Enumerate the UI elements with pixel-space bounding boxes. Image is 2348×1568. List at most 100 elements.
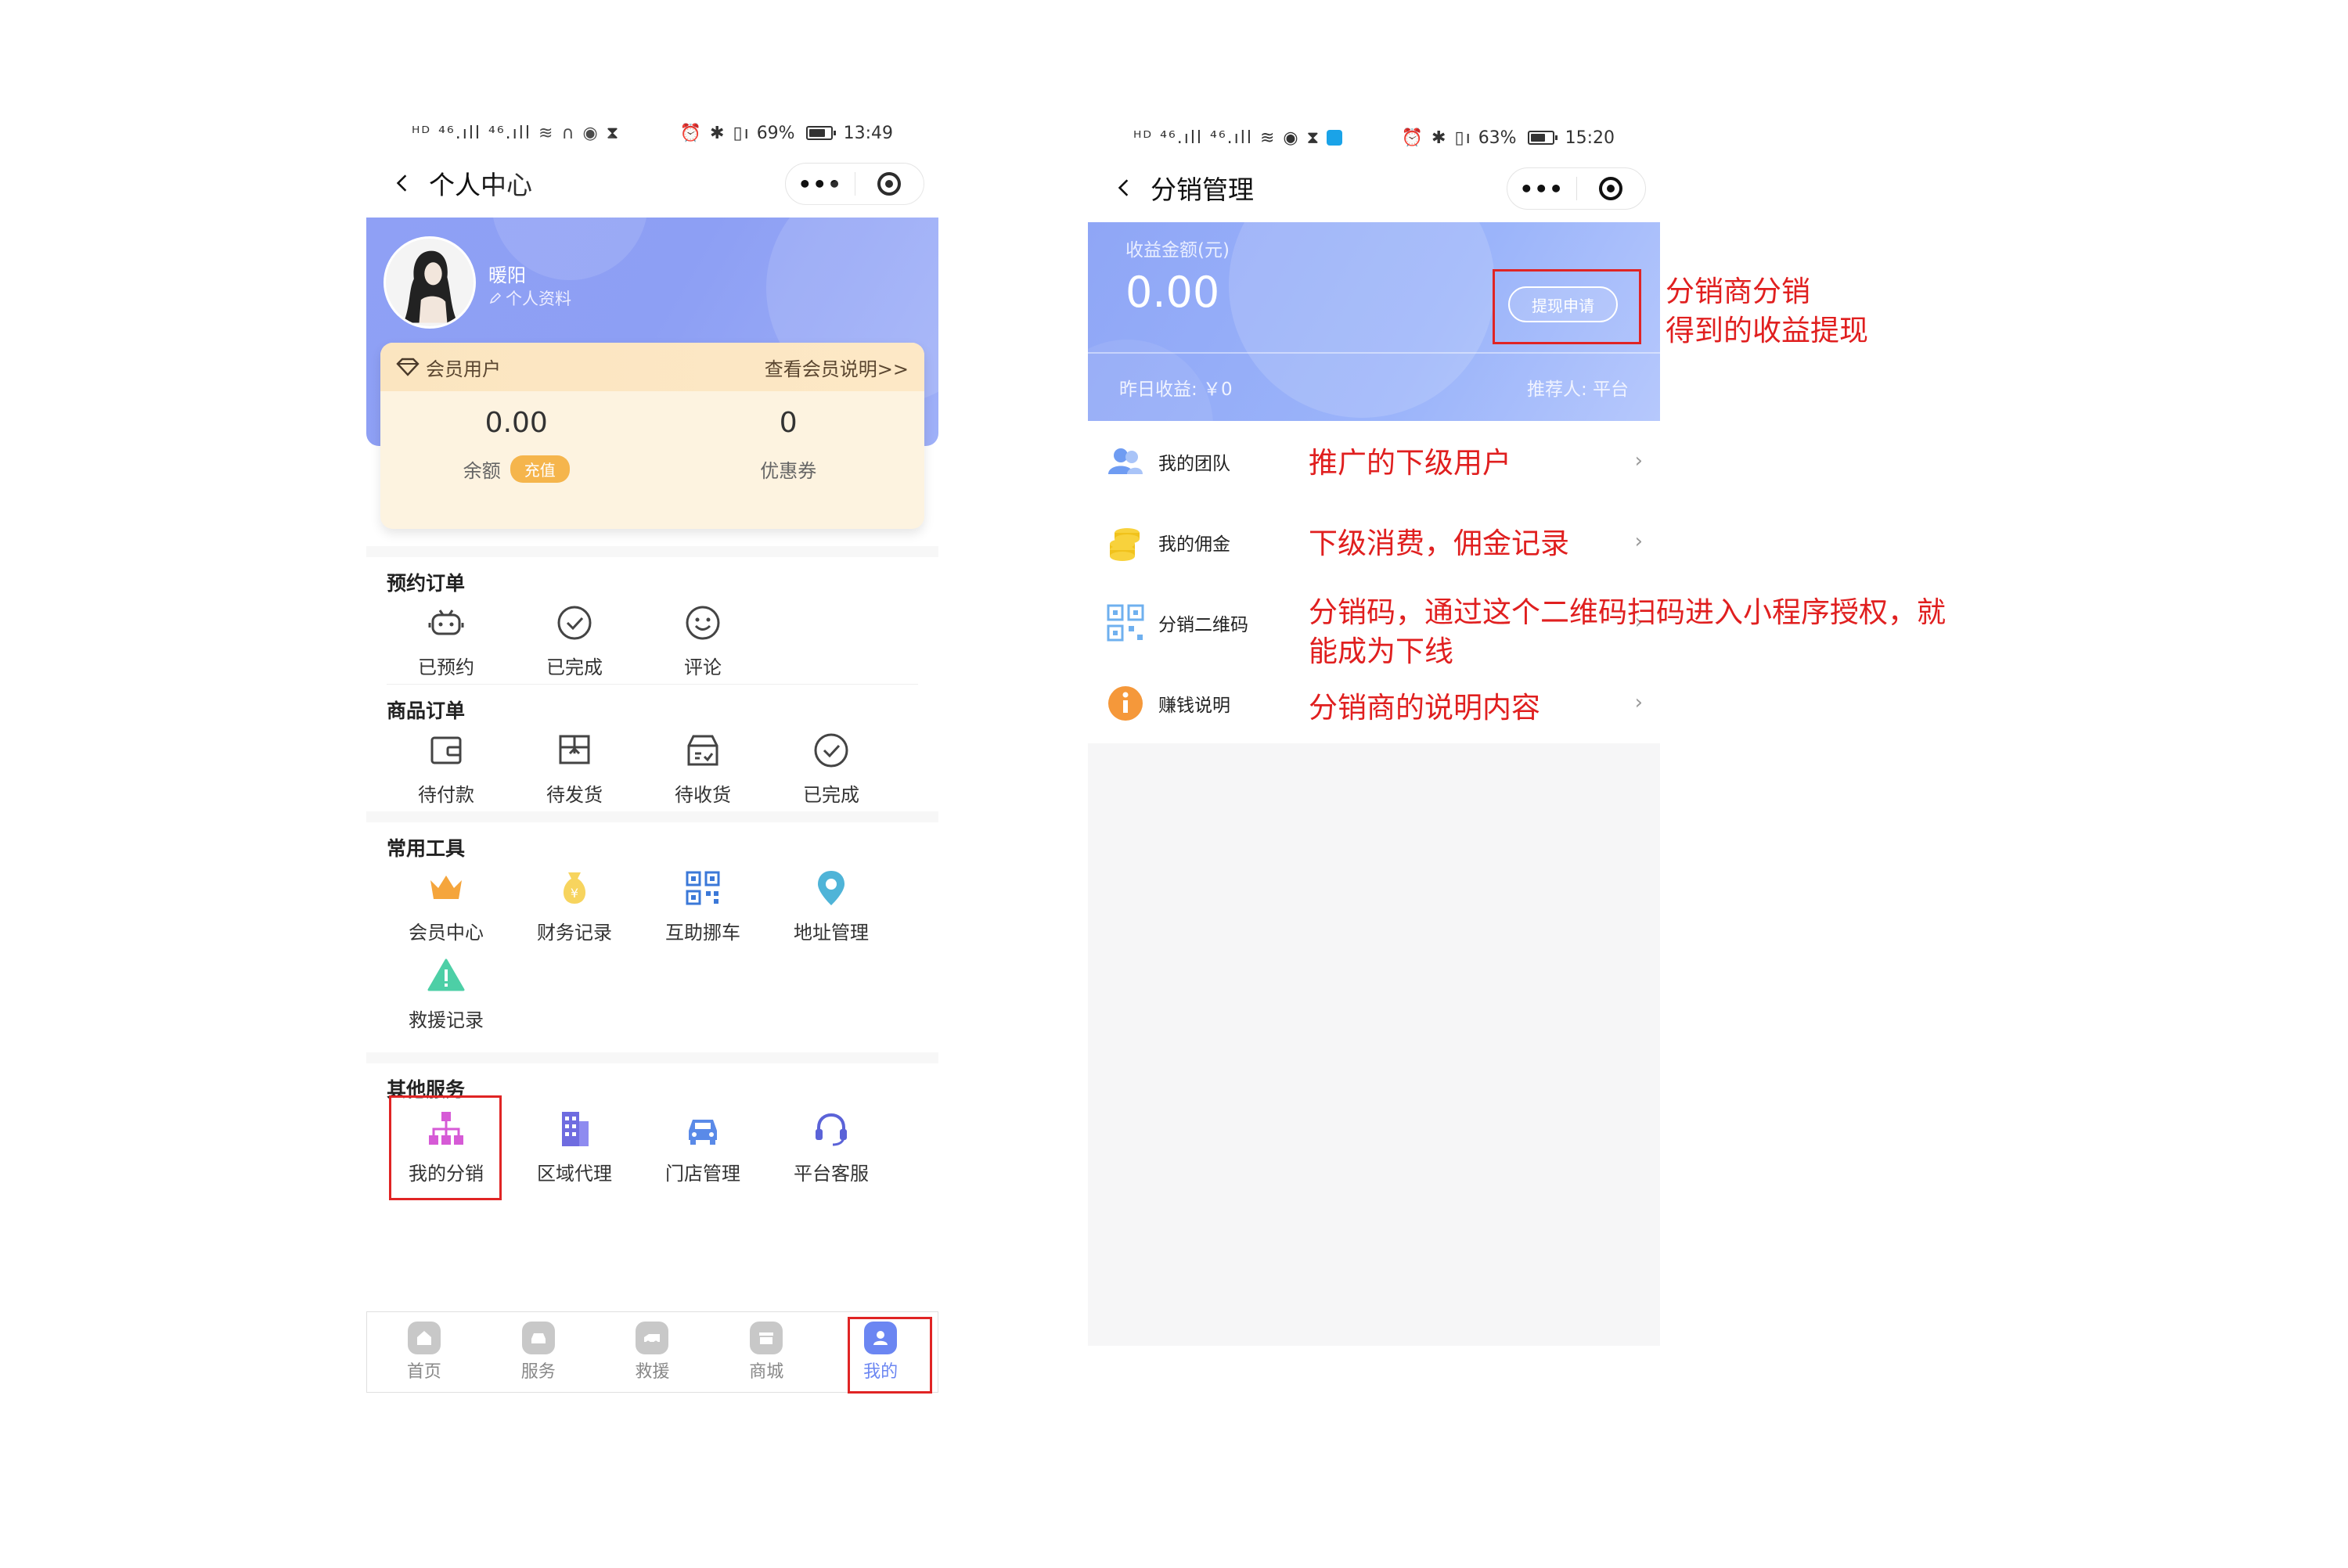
clock: 13:49 (843, 123, 893, 143)
pencil-icon (489, 292, 502, 304)
finance-records-entry[interactable]: ¥ 财务记录 (510, 861, 639, 949)
close-miniapp-button[interactable] (1577, 168, 1646, 209)
building-icon (553, 1108, 596, 1150)
diamond-icon (396, 358, 420, 376)
signal-icons: ᴴᴰ ⁴⁶.ıll ⁴⁶.ıll ≋ ◉ ⧗ (1133, 128, 1321, 148)
target-icon (1599, 177, 1623, 200)
car-icon (521, 1322, 555, 1354)
home-icon (407, 1322, 441, 1354)
wallet-icon (425, 729, 467, 771)
section-title: 商品订单 (387, 699, 466, 722)
qr-code-icon (682, 867, 724, 909)
booking-completed-entry[interactable]: 已完成 (510, 596, 639, 684)
headset-icon (810, 1108, 852, 1150)
annotation-guide: 分销商的说明内容 (1309, 691, 1540, 725)
balance-value: 0.00 (484, 407, 548, 439)
chevron-right-icon: › (1634, 691, 1643, 714)
member-card-header: 会员用户 查看会员说明>> (380, 343, 924, 391)
tab-mall[interactable]: 商城 (709, 1312, 823, 1392)
username: 暖阳 (488, 264, 526, 286)
member-level: 会员用户 (426, 358, 501, 380)
right-phone-screen: ᴴᴰ ⁴⁶.ıll ⁴⁶.ıll ≋ ◉ ⧗ ⏰ ✱ ▯ı 63% 15:20 … (1088, 122, 1660, 1346)
robot-icon (425, 602, 467, 644)
other-services-section: 其他服务 我的分销 区域代理 门店管理 平台客服 (366, 1063, 938, 1200)
coupon-stat[interactable]: 0 优惠券 (653, 407, 925, 483)
edit-profile-link[interactable]: 个人资料 (488, 286, 571, 310)
location-pin-icon (810, 867, 852, 909)
annotation-withdraw: 分销商分销 得到的收益提现 (1666, 275, 1868, 347)
warning-icon (425, 955, 467, 997)
nav-bar: 分销管理 ••• (1088, 153, 1660, 222)
goods-orders-section: 商品订单 待付款 待发货 待收货 已完成 (366, 685, 938, 811)
team-icon (1104, 440, 1147, 484)
tow-truck-icon (636, 1322, 669, 1354)
check-circle-icon (810, 729, 852, 771)
section-title: 预约订单 (387, 572, 466, 595)
pending-shipment-entry[interactable]: 待发货 (510, 724, 639, 811)
empty-area (1088, 743, 1660, 1346)
rescue-records-entry[interactable]: 救援记录 (382, 949, 510, 1037)
section-title: 常用工具 (387, 837, 466, 860)
booking-orders-section: 预约订单 已预约 已完成 评论 (366, 557, 938, 685)
coupon-label: 优惠券 (760, 460, 817, 482)
common-tools-section: 常用工具 会员中心 ¥ 财务记录 互助挪车 地址管理 救援记录 (366, 822, 938, 1037)
highlight-box-withdraw (1493, 269, 1641, 344)
car-icon (682, 1108, 724, 1150)
review-entry[interactable]: 评论 (639, 596, 767, 684)
package-icon (553, 729, 596, 771)
annotation-team: 推广的下级用户 (1309, 446, 1511, 480)
member-card: 会员用户 查看会员说明>> 0.00 余额 充值 0 优惠券 (380, 343, 924, 529)
earnings-value: 0.00 (1125, 268, 1220, 317)
platform-support-entry[interactable]: 平台客服 (767, 1102, 895, 1190)
tab-service[interactable]: 服务 (481, 1312, 596, 1392)
inbox-icon (682, 729, 724, 771)
battery-percent: 69% (756, 123, 795, 143)
goods-completed-entry[interactable]: 已完成 (767, 724, 895, 811)
car-move-entry[interactable]: 互助挪车 (639, 861, 767, 949)
profile-header: 暖阳 个人资料 会员用户 查看会员说明>> 0.00 余额 充值 0 优惠券 (366, 124, 1001, 529)
system-icons: ⏰ ✱ ▯ı (1401, 128, 1472, 148)
tab-rescue[interactable]: 救援 (596, 1312, 710, 1392)
battery-icon (1527, 131, 1558, 145)
pending-receipt-entry[interactable]: 待收货 (639, 724, 767, 811)
highlight-box-distribution (389, 1095, 502, 1200)
regional-agent-entry[interactable]: 区域代理 (510, 1102, 639, 1190)
coins-icon (1104, 520, 1147, 564)
address-management-entry[interactable]: 地址管理 (767, 861, 895, 949)
highlight-box-mine-tab (848, 1317, 932, 1394)
status-bar: ᴴᴰ ⁴⁶.ıll ⁴⁶.ıll ≋ ◉ ⧗ ⏰ ✱ ▯ı 63% 15:20 (1088, 122, 1660, 153)
pending-payment-entry[interactable]: 待付款 (382, 724, 510, 811)
referrer: 推荐人: 平台 (1526, 379, 1629, 400)
money-bag-icon: ¥ (553, 867, 596, 909)
qr-code-icon (1104, 601, 1147, 645)
tab-home[interactable]: 首页 (367, 1312, 481, 1392)
back-arrow-icon[interactable] (1108, 172, 1140, 203)
chevron-right-icon: › (1634, 530, 1643, 553)
miniapp-capsule: ••• (1507, 167, 1646, 210)
edit-profile-label: 个人资料 (506, 290, 571, 308)
balance-stat[interactable]: 0.00 余额 充值 (380, 407, 653, 483)
avatar[interactable] (384, 236, 476, 329)
clock: 15:20 (1565, 128, 1615, 148)
status-bar: ᴴᴰ ⁴⁶.ıll ⁴⁶.ıll ≋ ∩ ◉ ⧗ ⏰ ✱ ▯ı 69% 13:4… (366, 117, 938, 149)
annotation-qr: 分销码，通过这个二维码扫码进入小程序授权，就 能成为下线 (1309, 595, 1946, 668)
battery-percent: 63% (1478, 128, 1517, 148)
info-icon (1104, 682, 1147, 725)
check-circle-icon (553, 602, 596, 644)
chevron-right-icon: › (1634, 449, 1643, 473)
coupon-value: 0 (779, 407, 798, 439)
member-info-link[interactable]: 查看会员说明>> (765, 354, 909, 381)
annotation-commission: 下级消费，佣金记录 (1309, 527, 1569, 560)
balance-label: 余额 (463, 460, 501, 482)
smile-icon (682, 602, 724, 644)
recharge-button[interactable]: 充值 (510, 455, 570, 483)
back-arrow-icon[interactable] (387, 167, 418, 199)
more-menu-button[interactable]: ••• (1507, 168, 1576, 209)
booked-entry[interactable]: 已预约 (382, 596, 510, 684)
page-title: 分销管理 (1151, 174, 1254, 205)
earnings-label: 收益金额(元) (1125, 240, 1230, 261)
member-center-entry[interactable]: 会员中心 (382, 861, 510, 949)
store-management-entry[interactable]: 门店管理 (639, 1102, 767, 1190)
app-notification-icon (1327, 130, 1343, 146)
bottom-tab-bar: 首页 服务 救援 商城 我的 (366, 1311, 938, 1394)
